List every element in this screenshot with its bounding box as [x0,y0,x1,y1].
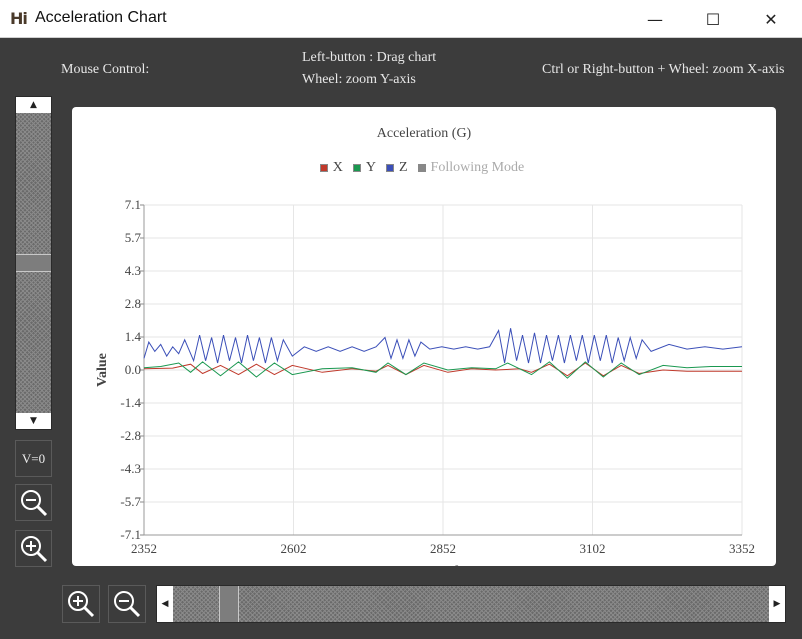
app-logo-icon: Hi [10,9,28,28]
mouse-control-label: Mouse Control: [61,62,150,77]
x-tick-label: 2602 [281,541,307,556]
zoom-out-y-button[interactable] [15,484,52,521]
y-tick-label: 2.8 [125,296,141,311]
wheel-hint: Wheel: zoom Y-axis [302,72,416,87]
minimize-button[interactable]: — [626,0,684,38]
y-tick-label: -4.3 [120,461,141,476]
y-tick-label: 1.4 [125,329,142,344]
chart-panel[interactable]: Acceleration (G) X Y Z Following Mode 7.… [72,107,776,566]
y-tick-label: -2.8 [120,428,141,443]
close-icon: ✕ [764,9,778,29]
close-button[interactable]: ✕ [742,0,800,38]
main-area: Mouse Control: Left-button : Drag chart … [0,38,802,639]
y-tick-label: 4.3 [125,263,141,278]
x-tick-label: 2352 [131,541,157,556]
window-title: Acceleration Chart [35,9,167,26]
y-tick-label: 0.0 [125,362,141,377]
vertical-scrollbar[interactable]: ▲ ▼ [15,96,52,430]
reset-v0-label: V=0 [21,450,46,466]
y-tick-label: 7.1 [125,197,141,212]
maximize-button[interactable]: ☐ [684,0,742,38]
y-tick-label: -5.7 [120,494,141,509]
y-tick-label: -7.1 [120,527,141,542]
scroll-up-button[interactable]: ▲ [16,97,51,113]
vertical-scroll-thumb[interactable] [16,254,51,272]
scroll-right-button[interactable]: ▶ [769,586,785,622]
scroll-down-button[interactable]: ▼ [16,413,51,429]
x-tick-label: 2852 [430,541,456,556]
maximize-icon: ☐ [705,9,721,29]
x-tick-label: 3352 [729,541,755,556]
x-tick-label: 3102 [580,541,606,556]
horizontal-scroll-thumb[interactable] [219,586,240,622]
zoom-in-x-button[interactable] [62,585,100,623]
arrow-down-icon: ▼ [30,416,37,426]
zoom-in-icon [20,535,47,562]
y-axis-label: Value [95,353,110,387]
y-tick-label: 5.7 [125,230,142,245]
horizontal-scrollbar[interactable]: ◀ ▶ [156,585,786,623]
arrow-right-icon: ▶ [773,599,781,609]
x-axis-label: Sample [421,564,465,566]
left-button-hint: Left-button : Drag chart [302,50,437,65]
arrow-left-icon: ◀ [161,599,169,609]
scroll-left-button[interactable]: ◀ [157,586,173,622]
zoom-out-icon [114,591,141,618]
ctrl-wheel-hint: Ctrl or Right-button + Wheel: zoom X-axi… [542,62,785,77]
zoom-in-y-button[interactable] [15,530,52,567]
zoom-out-x-button[interactable] [108,585,146,623]
y-tick-label: -1.4 [120,395,141,410]
arrow-up-icon: ▲ [30,100,37,110]
acceleration-chart[interactable]: 7.1 5.7 4.3 2.8 1.4 0.0 -1.4 -2.8 -4.3 -5.7 -7.123… [72,107,776,566]
zoom-in-icon [68,591,95,618]
zoom-out-icon [20,489,47,516]
title-bar: Hi Acceleration Chart — ☐ ✕ [0,0,802,38]
reset-v0-button[interactable]: V=0 [15,440,52,477]
minimize-icon: — [647,9,663,29]
